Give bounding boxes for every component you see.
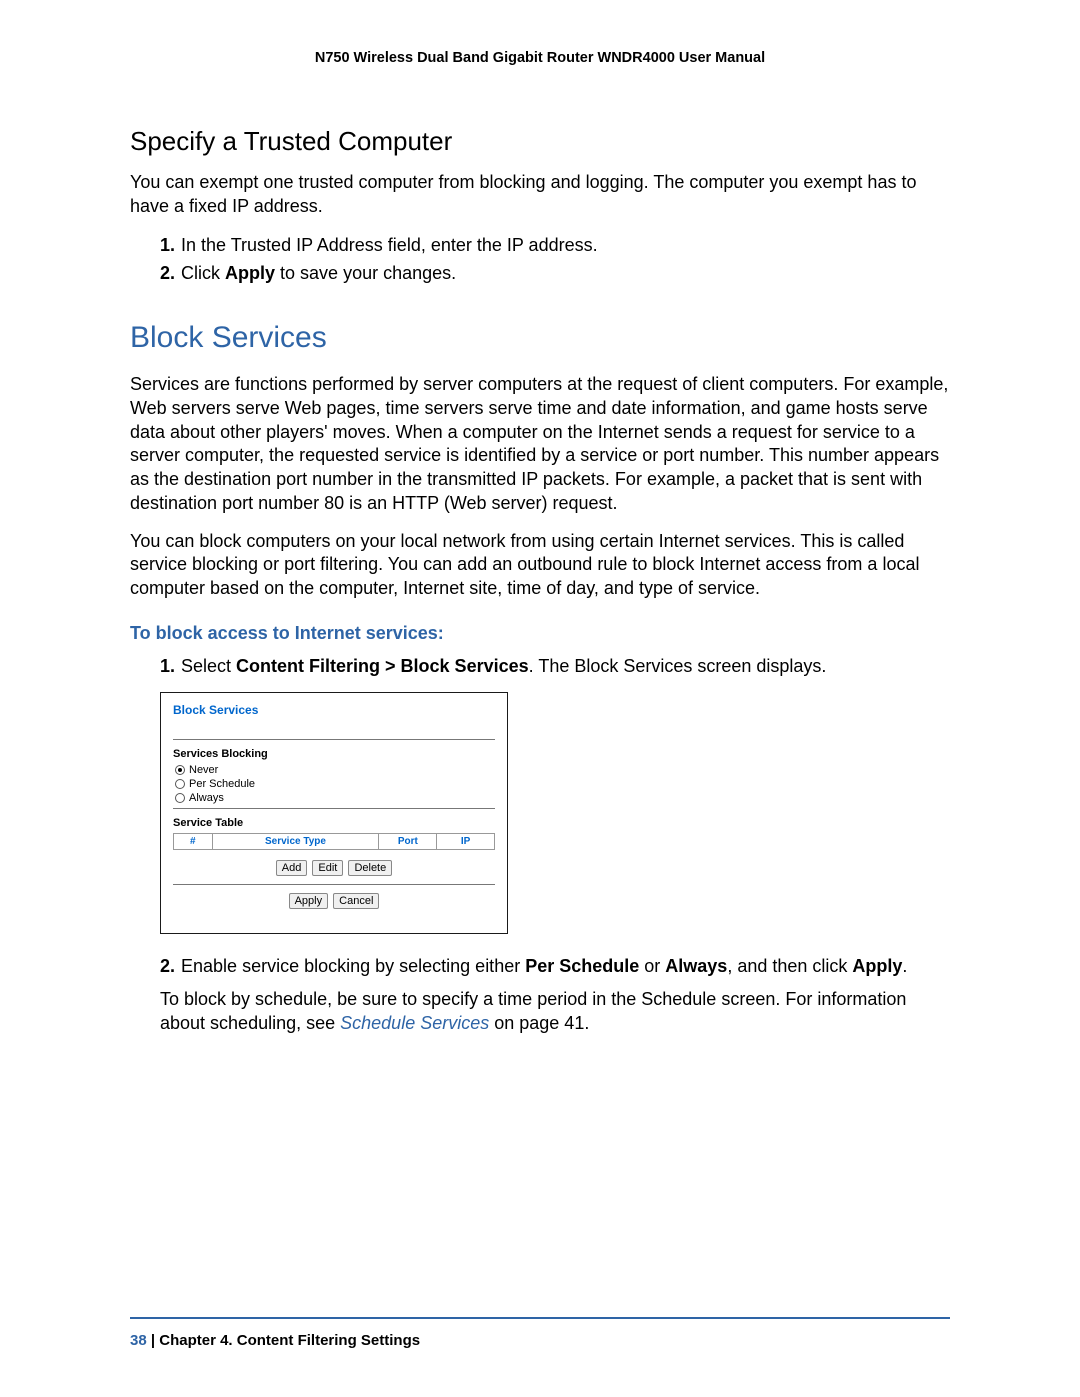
block-services-screenshot: Block Services Services Blocking Never P… [160, 692, 508, 934]
step-text-pre: Enable service blocking by selecting eit… [181, 956, 525, 976]
col-service-type: Service Type [212, 834, 379, 850]
always-bold: Always [665, 956, 727, 976]
step-text-mid2: , and then click [727, 956, 852, 976]
trusted-intro: You can exempt one trusted computer from… [130, 171, 950, 219]
service-table-label: Service Table [173, 817, 495, 829]
apply-bold: Apply [852, 956, 902, 976]
step-text-post: . The Block Services screen displays. [529, 656, 827, 676]
menu-path-bold: Content Filtering > Block Services [236, 656, 529, 676]
delete-button[interactable]: Delete [348, 860, 392, 876]
apply-button[interactable]: Apply [289, 893, 329, 909]
step-text-end: . [902, 956, 907, 976]
radio-per-schedule-row[interactable]: Per Schedule [175, 778, 495, 790]
footer-sep: | [147, 1332, 160, 1349]
step-text-post: to save your changes. [275, 263, 456, 283]
table-header-row: # Service Type Port IP [174, 834, 495, 850]
divider [173, 808, 495, 809]
step-text: In the Trusted IP Address field, enter t… [181, 235, 598, 255]
shot-title: Block Services [173, 703, 495, 717]
col-number: # [174, 834, 213, 850]
running-header: N750 Wireless Dual Band Gigabit Router W… [130, 50, 950, 66]
edit-button[interactable]: Edit [312, 860, 343, 876]
radio-always-row[interactable]: Always [175, 792, 495, 804]
trusted-step-2: 2. Click Apply to save your changes. [160, 261, 950, 285]
block-step-2-subpara: To block by schedule, be sure to specify… [160, 988, 950, 1036]
step-number: 2. [160, 263, 175, 283]
add-button[interactable]: Add [276, 860, 308, 876]
heading-block-services: Block Services [130, 321, 950, 355]
divider [173, 884, 495, 885]
divider [173, 739, 495, 740]
apply-bold: Apply [225, 263, 275, 283]
page-footer: 38 | Chapter 4. Content Filtering Settin… [130, 1332, 420, 1349]
heading-trusted-computer: Specify a Trusted Computer [130, 126, 950, 157]
block-step-1: 1. Select Content Filtering > Block Servi… [160, 654, 950, 678]
radio-label: Per Schedule [189, 778, 255, 790]
step-text-pre: Click [181, 263, 225, 283]
block-services-para-1: Services are functions performed by serv… [130, 373, 950, 516]
step-number: 1. [160, 235, 175, 255]
cancel-button[interactable]: Cancel [333, 893, 379, 909]
radio-label: Never [189, 764, 218, 776]
block-services-para-2: You can block computers on your local ne… [130, 530, 950, 601]
radio-label: Always [189, 792, 224, 804]
radio-icon [175, 793, 185, 803]
service-table: # Service Type Port IP [173, 833, 495, 850]
page-number: 38 [130, 1332, 147, 1349]
step-text-pre: Select [181, 656, 236, 676]
block-step-2: 2. Enable service blocking by selecting e… [160, 954, 950, 978]
footer-divider [130, 1317, 950, 1319]
schedule-services-link[interactable]: Schedule Services [340, 1013, 489, 1033]
radio-icon [175, 765, 185, 775]
step-number: 1. [160, 656, 175, 676]
chapter-label: Chapter 4. Content Filtering Settings [159, 1332, 420, 1349]
col-ip: IP [437, 834, 495, 850]
services-blocking-label: Services Blocking [173, 748, 495, 760]
radio-icon [175, 779, 185, 789]
per-schedule-bold: Per Schedule [525, 956, 639, 976]
step-text-mid: or [639, 956, 665, 976]
sub-text-post: on page 41. [489, 1013, 589, 1033]
step-number: 2. [160, 956, 175, 976]
trusted-step-1: 1. In the Trusted IP Address field, enter… [160, 233, 950, 257]
table-button-row: Add Edit Delete [173, 860, 495, 876]
procedure-heading: To block access to Internet services: [130, 623, 950, 644]
col-port: Port [379, 834, 437, 850]
form-button-row: Apply Cancel [173, 893, 495, 909]
radio-never-row[interactable]: Never [175, 764, 495, 776]
